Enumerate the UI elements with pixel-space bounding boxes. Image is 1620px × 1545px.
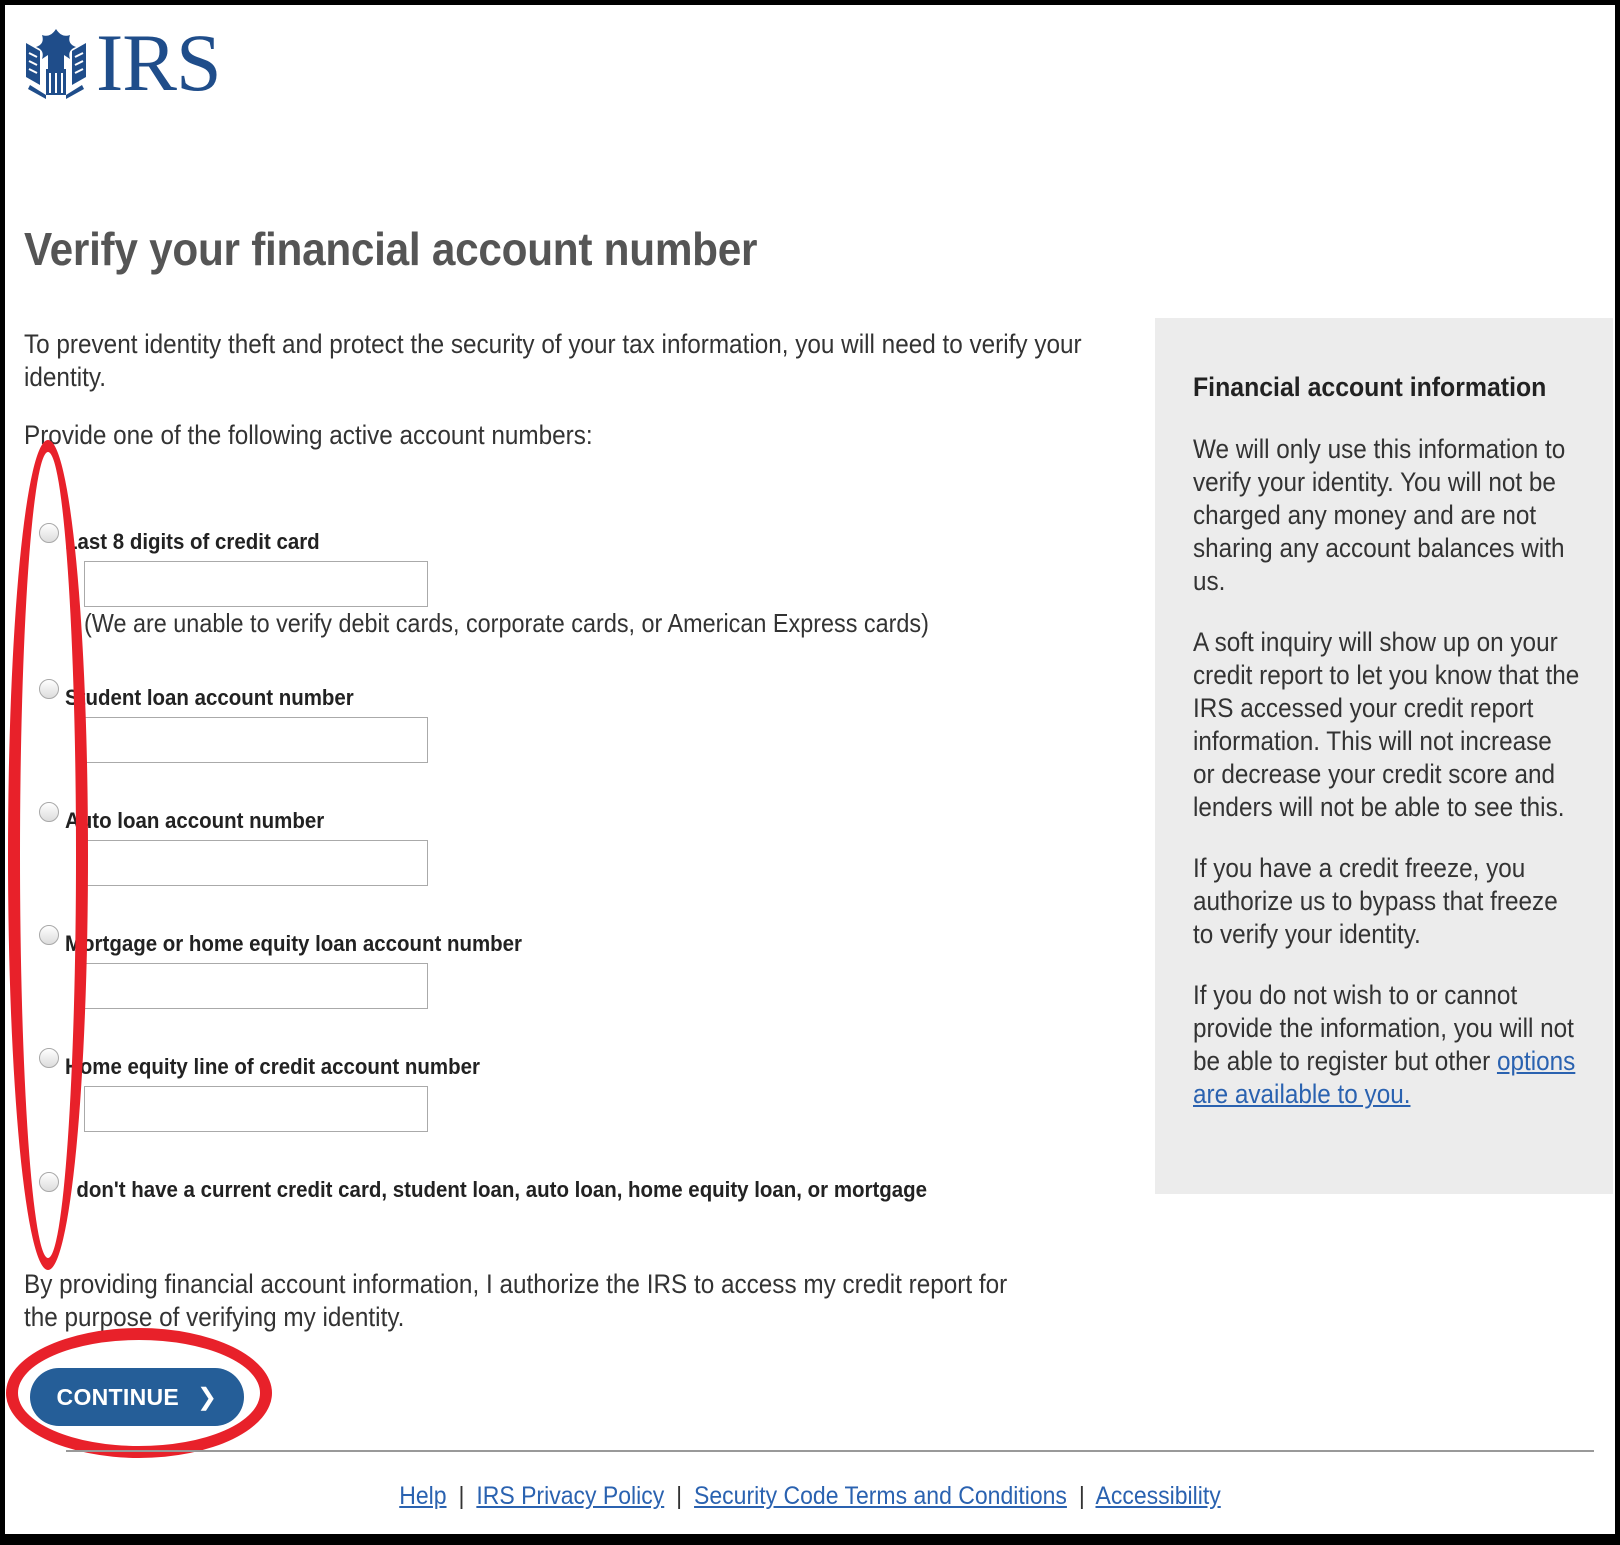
label-mortgage: Mortgage or home equity loan account num… <box>65 931 522 956</box>
radio-auto-loan[interactable] <box>39 802 59 822</box>
continue-button[interactable]: CONTINUE ❯ <box>30 1368 244 1426</box>
info-sidebar: Financial account information We will on… <box>1155 318 1613 1194</box>
heloc-input[interactable] <box>84 1086 428 1132</box>
intro-text: To prevent identity theft and protect th… <box>24 329 1082 392</box>
label-auto-loan: Auto loan account number <box>65 808 325 833</box>
label-student-loan: Student loan account number <box>65 685 354 710</box>
footer-separator: | <box>676 1482 683 1510</box>
privacy-policy-link[interactable]: IRS Privacy Policy <box>476 1482 664 1510</box>
sidebar-paragraph-credit-freeze: If you have a credit freeze, you authori… <box>1193 853 1558 949</box>
label-credit-card: Last 8 digits of credit card <box>65 529 320 554</box>
label-heloc: Home equity line of credit account numbe… <box>65 1054 480 1079</box>
mortgage-input[interactable] <box>84 963 428 1009</box>
radio-student-loan[interactable] <box>39 679 59 699</box>
label-no-account: I don't have a current credit card, stud… <box>65 1177 928 1202</box>
radio-mortgage[interactable] <box>39 925 59 945</box>
auto-loan-input[interactable] <box>84 840 428 886</box>
footer-separator: | <box>458 1482 465 1510</box>
chevron-right-icon: ❯ <box>197 1383 218 1411</box>
student-loan-input[interactable] <box>84 717 428 763</box>
radio-no-account[interactable] <box>39 1172 59 1192</box>
logo-text: IRS <box>96 17 222 108</box>
provide-label: Provide one of the following active acco… <box>24 420 593 450</box>
help-link[interactable]: Help <box>399 1482 446 1510</box>
continue-label: CONTINUE <box>56 1383 180 1410</box>
credit-card-note: (We are unable to verify debit cards, co… <box>84 608 929 638</box>
sidebar-paragraph-usage: We will only use this information to ver… <box>1193 434 1566 596</box>
sidebar-paragraph-soft-inquiry: A soft inquiry will show up on your cred… <box>1193 627 1580 822</box>
irs-logo[interactable]: IRS <box>20 17 222 108</box>
sidebar-title: Financial account information <box>1193 372 1547 402</box>
credit-card-input[interactable] <box>84 561 428 607</box>
footer-separator: | <box>1078 1482 1085 1510</box>
security-code-terms-link[interactable]: Security Code Terms and Conditions <box>694 1482 1067 1510</box>
footer-links: Help | IRS Privacy Policy | Security Cod… <box>65 1482 1555 1511</box>
page-title: Verify your financial account number <box>24 223 758 275</box>
radio-heloc[interactable] <box>39 1048 59 1068</box>
eagle-icon <box>26 29 86 99</box>
footer-divider <box>66 1450 1594 1452</box>
consent-text: By providing financial account informati… <box>24 1269 1008 1332</box>
accessibility-link[interactable]: Accessibility <box>1095 1482 1220 1510</box>
sidebar-paragraph-alternatives: If you do not wish to or cannot provide … <box>1193 979 1580 1111</box>
radio-credit-card[interactable] <box>39 523 59 543</box>
